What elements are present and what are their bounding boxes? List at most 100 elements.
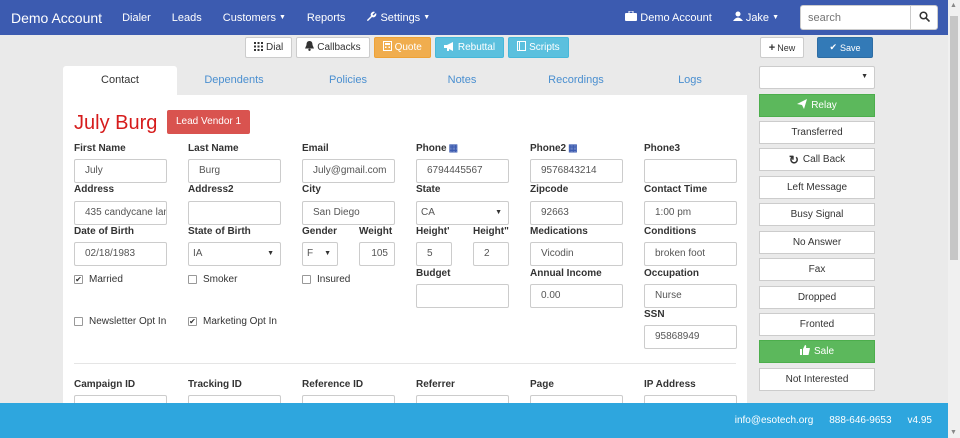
contact-panel: July Burg Lead Vendor 1 First Name Last …	[63, 95, 747, 419]
phone3-field[interactable]	[644, 159, 737, 183]
dial-grid-icon[interactable]: ▦	[449, 143, 458, 154]
checkbox-checked[interactable]: ✔	[74, 275, 83, 284]
phone-label: Phone ▦	[416, 143, 459, 154]
address2-field[interactable]	[188, 201, 281, 225]
state-of-birth-select[interactable]: IA ▼	[188, 242, 281, 266]
left-message-button[interactable]: Left Message	[759, 176, 875, 199]
disposition-select[interactable]: ▼	[759, 66, 875, 89]
nav-leads[interactable]: Leads	[172, 12, 202, 24]
medications-label: Medications	[530, 226, 588, 237]
zipcode-label: Zipcode	[530, 184, 569, 195]
last-name-field[interactable]: Burg	[188, 159, 281, 183]
fronted-button[interactable]: Fronted	[759, 313, 875, 336]
dial-grid-icon[interactable]: ▦	[568, 143, 577, 154]
annual-income-field[interactable]: 0.00	[530, 284, 623, 308]
callbacks-button[interactable]: Callbacks	[296, 37, 370, 58]
brand-link[interactable]: Demo Account	[11, 10, 102, 26]
first-name-field[interactable]: July	[74, 159, 167, 183]
tab-logs[interactable]: Logs	[633, 66, 747, 95]
smoker-checkbox[interactable]: Smoker	[188, 274, 237, 285]
marketing-checkbox[interactable]: ✔ Marketing Opt In	[188, 316, 277, 327]
user-icon	[732, 11, 743, 24]
phone3-label: Phone3	[644, 143, 681, 154]
section-divider	[74, 363, 736, 364]
height-in-field[interactable]: 2	[473, 242, 509, 266]
tab-contact[interactable]: Contact	[63, 66, 177, 95]
gender-label: Gender	[302, 226, 338, 237]
new-button[interactable]: + New	[760, 37, 804, 58]
calculator-icon	[382, 41, 392, 54]
checkbox-unchecked[interactable]	[302, 275, 311, 284]
married-checkbox[interactable]: ✔ Married	[74, 274, 123, 285]
not-interested-button[interactable]: Not Interested	[759, 368, 875, 391]
quote-button[interactable]: Quote	[373, 37, 431, 58]
phone-field[interactable]: 6794445567	[416, 159, 509, 183]
budget-field[interactable]	[416, 284, 509, 308]
no-answer-button[interactable]: No Answer	[759, 231, 875, 254]
conditions-field[interactable]: broken foot	[644, 242, 737, 266]
save-button[interactable]: ✔ Save	[817, 37, 873, 58]
footer-email-link[interactable]: info@esotech.org	[735, 415, 814, 426]
checkbox-unchecked[interactable]	[188, 275, 197, 284]
annual-income-label: Annual Income	[530, 268, 602, 279]
account-menu[interactable]: Demo Account	[625, 10, 712, 24]
dob-field[interactable]: 02/18/1983	[74, 242, 167, 266]
checkbox-unchecked[interactable]	[74, 317, 83, 326]
call-back-button[interactable]: ↻ Call Back	[759, 148, 875, 171]
nav-dialer[interactable]: Dialer	[122, 12, 151, 24]
chevron-down-icon: ▼	[324, 250, 331, 257]
dial-button[interactable]: Dial	[245, 37, 293, 58]
chevron-down-icon: ▼	[495, 209, 502, 216]
address-field[interactable]: 435 candycane lane	[74, 201, 167, 225]
scrollbar-thumb[interactable]	[950, 16, 958, 260]
scripts-button[interactable]: Scripts	[508, 37, 569, 58]
tab-notes[interactable]: Notes	[405, 66, 519, 95]
nav-reports[interactable]: Reports	[307, 12, 346, 24]
email-field[interactable]: July@gmail.com	[302, 159, 395, 183]
search-button[interactable]	[910, 5, 938, 30]
tab-dependents[interactable]: Dependents	[177, 66, 291, 95]
rebuttal-button[interactable]: Rebuttal	[434, 37, 505, 58]
footer-version: v4.95	[907, 415, 932, 426]
ssn-label: SSN	[644, 309, 665, 320]
search-input[interactable]	[800, 5, 910, 30]
weight-field[interactable]: 105	[359, 242, 395, 266]
budget-label: Budget	[416, 268, 451, 279]
tab-policies[interactable]: Policies	[291, 66, 405, 95]
gender-select[interactable]: F ▼	[302, 242, 338, 266]
lead-vendor-badge[interactable]: Lead Vendor 1	[167, 110, 251, 134]
city-field[interactable]: San Diego	[302, 201, 395, 225]
medications-field[interactable]: Vicodin	[530, 242, 623, 266]
ssn-field[interactable]: 95868949	[644, 325, 737, 349]
scroll-up-icon[interactable]: ▲	[950, 2, 957, 9]
state-select[interactable]: CA ▼	[416, 201, 509, 225]
height-ft-label: Height'	[416, 226, 450, 237]
first-name-label: First Name	[74, 143, 126, 154]
checkbox-checked[interactable]: ✔	[188, 317, 197, 326]
scroll-down-icon[interactable]: ▼	[950, 429, 957, 436]
relay-button[interactable]: Relay	[759, 94, 875, 117]
page-scrollbar[interactable]: ▲ ▼	[948, 0, 960, 438]
nav-settings[interactable]: Settings ▼	[366, 11, 430, 25]
newsletter-checkbox[interactable]: Newsletter Opt In	[74, 316, 166, 327]
user-menu[interactable]: Jake ▼	[732, 11, 779, 24]
insured-checkbox[interactable]: Insured	[302, 274, 350, 285]
height-ft-field[interactable]: 5	[416, 242, 452, 266]
transferred-button[interactable]: Transferred	[759, 121, 875, 144]
page-footer: info@esotech.org 888-646-9653 v4.95	[0, 403, 948, 438]
occupation-field[interactable]: Nurse	[644, 284, 737, 308]
grid-icon	[254, 41, 263, 54]
ip-address-label: IP Address	[644, 379, 696, 390]
sale-button[interactable]: Sale	[759, 340, 875, 363]
campaign-id-label: Campaign ID	[74, 379, 136, 390]
busy-signal-button[interactable]: Busy Signal	[759, 203, 875, 226]
fax-button[interactable]: Fax	[759, 258, 875, 281]
referrer-label: Referrer	[416, 379, 455, 390]
tab-recordings[interactable]: Recordings	[519, 66, 633, 95]
book-icon	[517, 41, 527, 54]
contact-time-field[interactable]: 1:00 pm	[644, 201, 737, 225]
dropped-button[interactable]: Dropped	[759, 286, 875, 309]
nav-customers[interactable]: Customers ▼	[223, 12, 286, 24]
phone2-field[interactable]: 9576843214	[530, 159, 623, 183]
zipcode-field[interactable]: 92663	[530, 201, 623, 225]
